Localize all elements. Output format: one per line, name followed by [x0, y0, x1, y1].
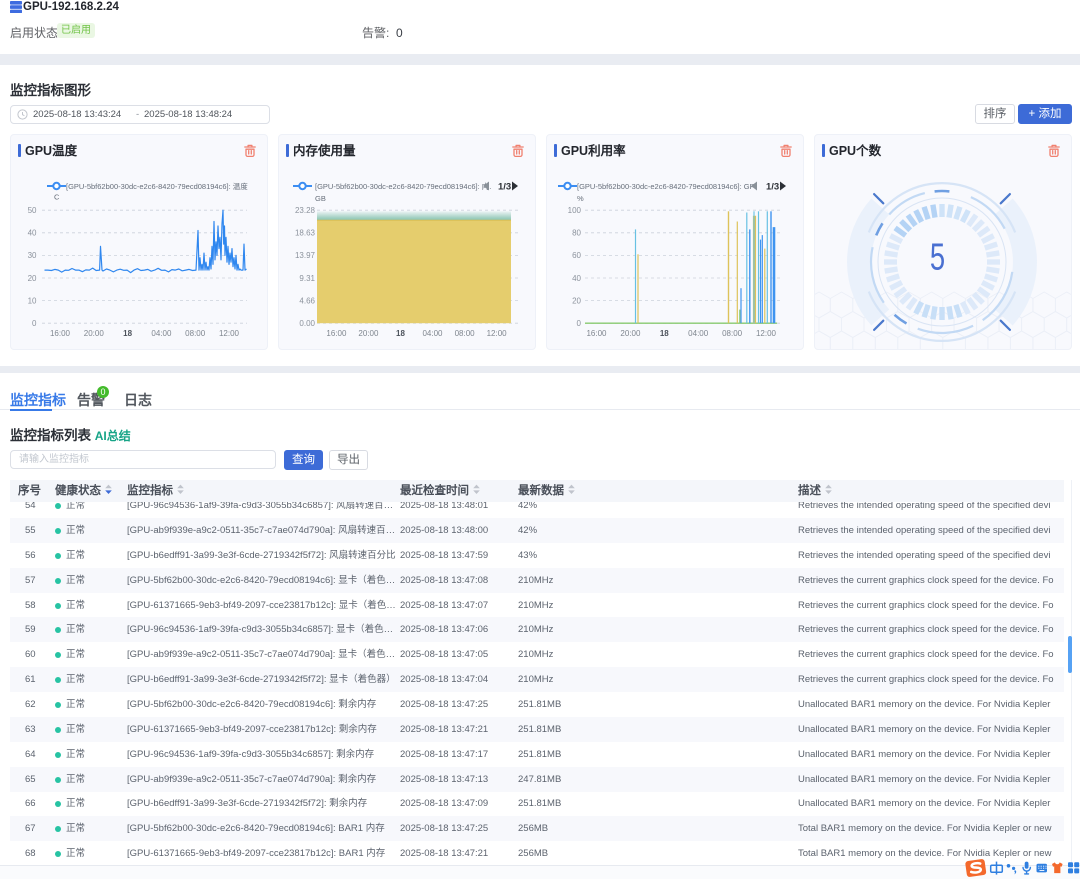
svg-text:内存使用量: 内存使用量: [293, 143, 356, 158]
svg-text:13.97: 13.97: [295, 251, 316, 260]
svg-text:04:00: 04:00: [422, 329, 443, 338]
svg-text:C: C: [54, 193, 60, 202]
svg-text:18: 18: [660, 329, 669, 338]
svg-text:16:00: 16:00: [50, 329, 71, 338]
svg-text:18: 18: [123, 329, 132, 338]
svg-text:10: 10: [28, 296, 37, 305]
svg-text:20:00: 20:00: [358, 329, 379, 338]
svg-text:0: 0: [577, 319, 582, 328]
svg-text:GPU温度: GPU温度: [25, 143, 78, 158]
svg-text:GB: GB: [315, 194, 326, 203]
svg-text:[GPU-5bf62b00-30dc-e2c6-8420-7: [GPU-5bf62b00-30dc-e2c6-8420-79ecd08194c…: [66, 181, 248, 191]
svg-text:12:00: 12:00: [756, 329, 777, 338]
svg-text:80: 80: [572, 229, 581, 238]
svg-text:GPU利用率: GPU利用率: [561, 143, 626, 158]
svg-text:100: 100: [568, 206, 582, 215]
svg-text:18.63: 18.63: [295, 229, 316, 238]
svg-text:1/3: 1/3: [766, 182, 779, 193]
svg-text:20: 20: [28, 274, 37, 283]
svg-text:23.28: 23.28: [295, 206, 316, 215]
svg-text:20: 20: [572, 296, 581, 305]
svg-text:12:00: 12:00: [487, 329, 508, 338]
svg-text:5: 5: [930, 236, 945, 278]
svg-text:16:00: 16:00: [326, 329, 347, 338]
svg-text:08:00: 08:00: [185, 329, 206, 338]
svg-text:08:00: 08:00: [455, 329, 476, 338]
svg-text:50: 50: [28, 206, 37, 215]
svg-text:9.31: 9.31: [299, 274, 315, 283]
svg-text:04:00: 04:00: [688, 329, 709, 338]
svg-text:4.66: 4.66: [299, 296, 315, 305]
svg-text:%: %: [577, 194, 584, 203]
svg-text:[GPU-5bf62b00-30dc-e2c6-8420-7: [GPU-5bf62b00-30dc-e2c6-8420-79ecd08194c…: [315, 181, 491, 191]
svg-text:30: 30: [28, 251, 37, 260]
svg-text:[GPU-5bf62b00-30dc-e2c6-8420-7: [GPU-5bf62b00-30dc-e2c6-8420-79ecd08194c…: [577, 182, 755, 191]
svg-text:40: 40: [572, 274, 581, 283]
svg-text:18: 18: [396, 329, 405, 338]
svg-text:40: 40: [28, 229, 37, 238]
svg-text:GPU个数: GPU个数: [829, 143, 882, 158]
svg-text:0: 0: [32, 319, 37, 328]
svg-text:04:00: 04:00: [151, 329, 172, 338]
svg-text:60: 60: [572, 251, 581, 260]
svg-text:20:00: 20:00: [620, 329, 641, 338]
svg-text:1/3: 1/3: [498, 182, 511, 193]
svg-text:16:00: 16:00: [586, 329, 607, 338]
svg-text:20:00: 20:00: [84, 329, 105, 338]
svg-text:0.00: 0.00: [299, 319, 315, 328]
svg-text:12:00: 12:00: [219, 329, 240, 338]
svg-text:08:00: 08:00: [722, 329, 743, 338]
